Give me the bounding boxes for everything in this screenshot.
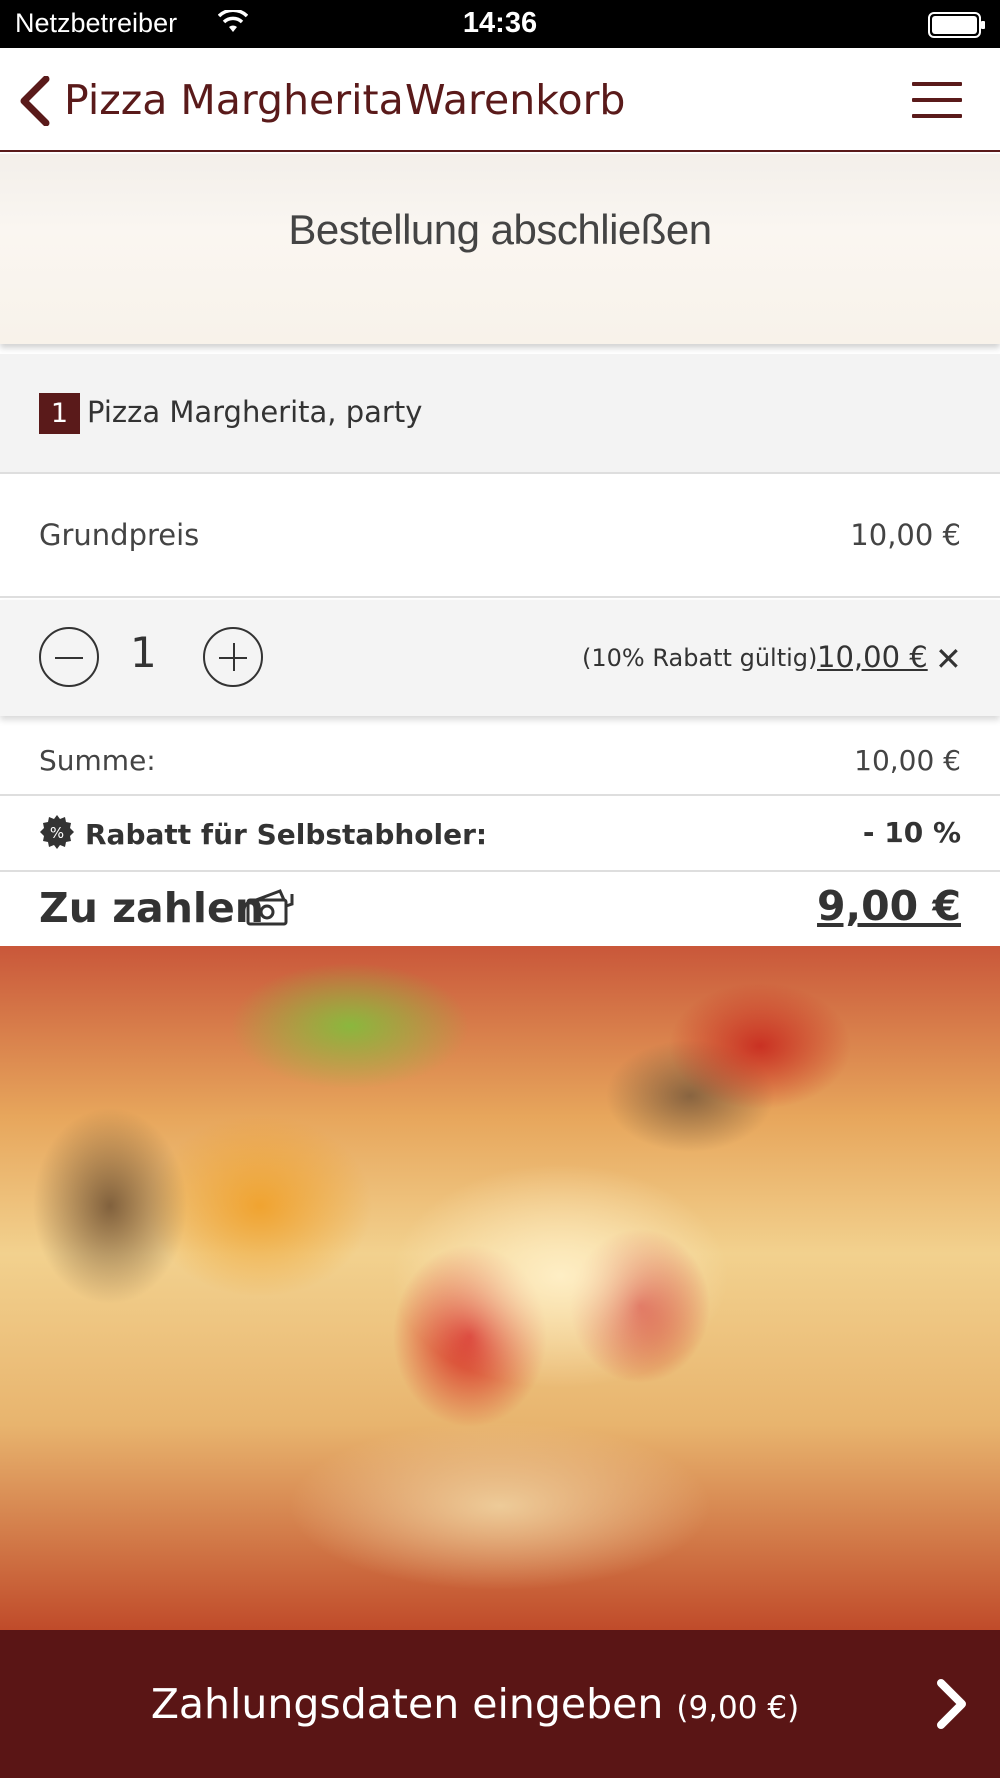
page-title: Warenkorb — [405, 76, 626, 124]
discount-value: - 10 % — [862, 816, 961, 849]
back-button[interactable]: Pizza Margherita — [64, 76, 404, 124]
sum-row: Summe: 10,00 € — [0, 728, 1000, 796]
cta-text: Zahlungsdaten eingeben (9,00 €) — [0, 1680, 950, 1728]
discount-note: (10% Rabatt gültig) — [582, 644, 818, 672]
quantity-value: 1 — [130, 628, 157, 677]
banner-title: Bestellung abschließen — [288, 206, 712, 253]
cta-amount: (9,00 €) — [676, 1690, 800, 1726]
base-price-value: 10,00 € — [850, 518, 961, 552]
discount-badge-icon: % — [39, 814, 75, 850]
navigation-bar: Pizza Margherita Warenkorb — [0, 48, 1000, 152]
chevron-left-icon[interactable] — [16, 75, 56, 127]
pizza-photo — [0, 946, 1000, 1630]
decrease-quantity-button[interactable] — [39, 627, 99, 687]
amount-due-value: 9,00 € — [817, 882, 961, 930]
sum-value: 10,00 € — [854, 744, 961, 777]
cart-item-header: 1 Pizza Margherita, party — [0, 354, 1000, 474]
increase-quantity-button[interactable] — [203, 627, 263, 687]
quantity-row: 1 (10% Rabatt gültig) 10,00 € ✕ — [0, 600, 1000, 716]
base-price-label: Grundpreis — [39, 518, 200, 552]
status-bar: Netzbetreiber 14:36 — [0, 0, 1000, 48]
discount-row: % Rabatt für Selbstabholer: - 10 % — [0, 800, 1000, 872]
battery-icon — [928, 12, 986, 38]
chevron-right-icon — [934, 1678, 970, 1730]
hamburger-menu-icon[interactable] — [912, 82, 962, 120]
cta-label: Zahlungsdaten eingeben — [150, 1680, 664, 1728]
header-banner: Bestellung abschließen — [0, 154, 1000, 344]
discount-label: Rabatt für Selbstabholer: — [85, 818, 488, 851]
item-name: Pizza Margherita, party — [87, 395, 423, 429]
base-price-row: Grundpreis 10,00 € — [0, 476, 1000, 598]
discount-icon-glyph: % — [50, 824, 64, 842]
quantity-badge: 1 — [39, 393, 80, 434]
amount-due-label: Zu zahlen — [39, 884, 264, 932]
remove-item-button[interactable]: ✕ — [935, 640, 962, 678]
enter-payment-button[interactable]: Zahlungsdaten eingeben (9,00 €) — [0, 1630, 1000, 1778]
clock: 14:36 — [462, 7, 538, 39]
line-total: 10,00 € — [817, 640, 928, 674]
cash-icon — [246, 888, 294, 928]
amount-due-row: Zu zahlen 9,00 € — [0, 874, 1000, 946]
sum-label: Summe: — [39, 744, 156, 777]
